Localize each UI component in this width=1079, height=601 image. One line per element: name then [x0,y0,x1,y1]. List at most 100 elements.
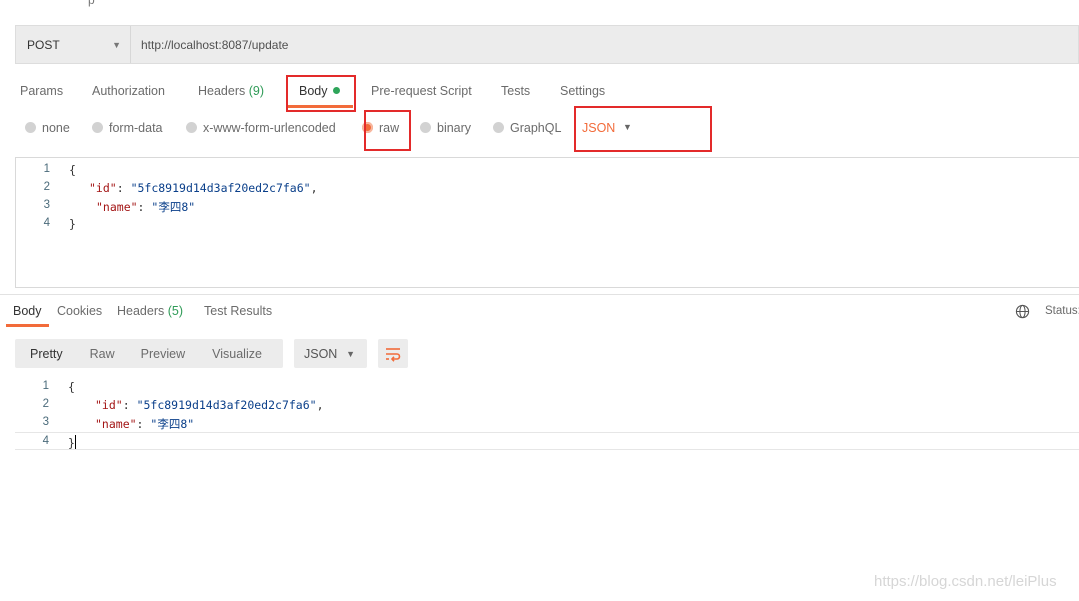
editor-line: 1 { [16,161,1079,179]
globe-icon[interactable] [1015,304,1030,319]
tab-authorization[interactable]: Authorization [92,84,165,98]
tab-headers[interactable]: Headers (9) [198,84,264,98]
response-format-select[interactable]: JSON ▼ [294,339,367,368]
code-text: "name": "李四8" [96,200,196,214]
json-value: "5fc8919d14d3af20ed2c7fa6" [136,398,317,412]
line-number: 2 [43,181,50,193]
close-brace: } [68,436,75,450]
view-mode-group: Pretty Raw Preview Visualize [15,339,283,368]
response-tab-cookies-label: Cookies [57,304,103,318]
response-tab-body-label: Body [13,304,42,318]
editor-line: 2 "id": "5fc8919d14d3af20ed2c7fa6", [15,396,1079,414]
radio-none[interactable]: none [25,121,70,135]
json-key: "name" [96,200,138,214]
chevron-down-icon: ▼ [346,348,355,359]
code-text: } [69,217,76,231]
radio-icon [493,122,504,133]
radio-urlencoded-label: x-www-form-urlencoded [203,121,336,135]
editor-line: 4 } [16,215,1079,233]
method-label: POST [27,37,60,52]
json-value: "李四8" [150,417,195,431]
text-cursor [74,435,76,449]
line-number: 4 [42,435,49,447]
response-tab-body[interactable]: Body [13,304,42,318]
request-bar: POST ▼ http://localhost:8087/update [15,25,1079,64]
request-body-editor[interactable]: 1 { 2 "id": "5fc8919d14d3af20ed2c7fa6", … [15,157,1079,288]
tab-params-label: Params [20,84,64,98]
view-visualize-button[interactable]: Visualize [185,347,262,361]
line-number: 4 [43,217,50,229]
response-tab-test-results-label: Test Results [204,304,273,318]
json-value: "李四8" [151,200,196,214]
highlight-box-body-tab [286,75,356,112]
radio-icon [92,122,103,133]
response-tab-cookies[interactable]: Cookies [57,304,102,318]
editor-line: 3 "name": "李四8" [16,197,1079,215]
wrap-lines-icon [386,347,401,362]
line-number: 3 [42,416,49,428]
status-label: Status: [1045,305,1079,317]
json-key: "name" [95,417,137,431]
line-number: 2 [42,398,49,410]
json-value: "5fc8919d14d3af20ed2c7fa6" [130,181,311,195]
json-key: "id" [89,181,117,195]
code-text: "name": "李四8" [95,417,195,431]
response-format-label: JSON [304,346,338,361]
response-tab-headers-label: Headers [117,304,165,318]
json-key: "id" [95,398,123,412]
radio-form-data-label: form-data [109,121,163,135]
code-text: "id": "5fc8919d14d3af20ed2c7fa6", [95,398,324,412]
view-pretty-button[interactable]: Pretty [15,347,63,361]
open-brace: { [68,380,75,394]
tab-headers-label: Headers [198,84,246,98]
tab-pre-request-script-label: Pre-request Script [371,84,472,98]
tab-tests-label: Tests [501,84,531,98]
view-preview-button[interactable]: Preview [115,347,185,361]
editor-line: 2 "id": "5fc8919d14d3af20ed2c7fa6", [16,179,1079,197]
open-brace: { [69,163,76,177]
tab-params[interactable]: Params [20,84,63,98]
radio-none-label: none [42,121,70,135]
radio-graphql[interactable]: GraphQL [493,121,561,135]
line-number: 1 [43,163,50,175]
header-fragment: p [88,0,95,7]
panel-divider[interactable] [0,294,1079,295]
body-type-options: none form-data x-www-form-urlencoded raw… [0,116,1079,142]
highlight-box-raw [364,110,411,151]
tab-pre-request-script[interactable]: Pre-request Script [371,84,472,98]
radio-graphql-label: GraphQL [510,121,562,135]
radio-binary[interactable]: binary [420,121,471,135]
active-response-tab-indicator [6,324,49,327]
response-tab-test-results[interactable]: Test Results [204,304,272,318]
code-text: { [68,380,75,394]
url-input[interactable]: http://localhost:8087/update [131,38,288,52]
radio-x-www-form-urlencoded[interactable]: x-www-form-urlencoded [186,121,336,135]
radio-binary-label: binary [437,121,472,135]
tab-authorization-label: Authorization [92,84,165,98]
code-text: "id": "5fc8919d14d3af20ed2c7fa6", [89,181,318,195]
tab-headers-count: (9) [248,84,265,98]
view-raw-button[interactable]: Raw [63,347,115,361]
radio-icon [25,122,36,133]
tab-tests[interactable]: Tests [501,84,530,98]
editor-line: 3 "name": "李四8" [15,414,1079,432]
request-tabs: Params Authorization Headers (9) Body Pr… [0,78,1079,106]
line-number: 3 [43,199,50,211]
code-text: } [68,435,76,450]
response-tab-headers[interactable]: Headers (5) [117,304,183,318]
editor-line-active: 4 } [15,432,1079,450]
radio-form-data[interactable]: form-data [92,121,163,135]
radio-icon [186,122,197,133]
highlight-box-json [574,106,712,152]
tab-settings-label: Settings [560,84,606,98]
chevron-down-icon: ▼ [112,39,121,50]
editor-line: 1 { [15,378,1079,396]
code-text: { [69,163,76,177]
close-brace: } [69,217,76,231]
radio-icon [420,122,431,133]
response-body-viewer[interactable]: 1 { 2 "id": "5fc8919d14d3af20ed2c7fa6", … [15,377,1079,457]
tab-settings[interactable]: Settings [560,84,605,98]
line-number: 1 [42,380,49,392]
method-select[interactable]: POST ▼ [16,26,131,63]
wrap-lines-button[interactable] [378,339,408,368]
